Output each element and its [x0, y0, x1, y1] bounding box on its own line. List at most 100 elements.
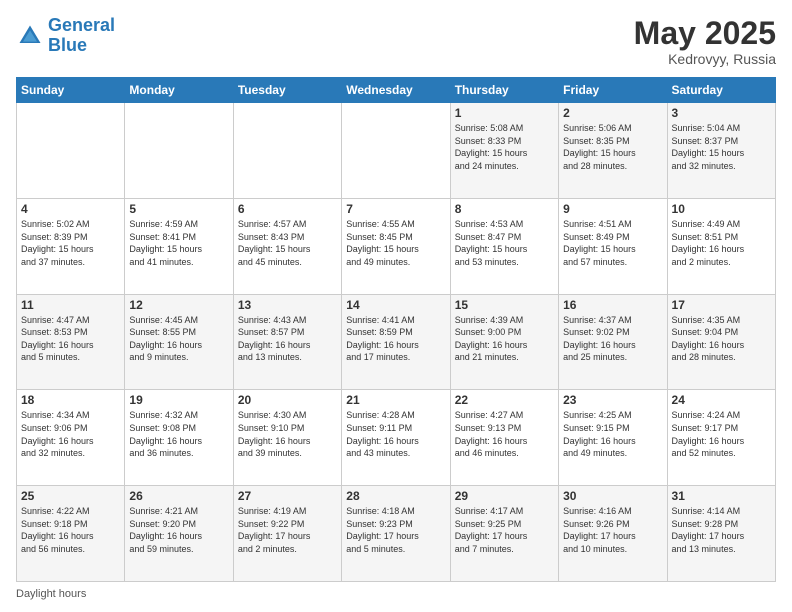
calendar-cell: 17 Sunrise: 4:35 AM Sunset: 9:04 PM Dayli…: [667, 294, 775, 390]
calendar-cell: [342, 103, 450, 199]
calendar-cell: 27 Sunrise: 4:19 AM Sunset: 9:22 PM Dayli…: [233, 486, 341, 582]
day-number: 22: [455, 393, 554, 407]
calendar-table: SundayMondayTuesdayWednesdayThursdayFrid…: [16, 77, 776, 582]
calendar-week-row: 18 Sunrise: 4:34 AM Sunset: 9:06 PM Dayli…: [17, 390, 776, 486]
logo-icon: [16, 22, 44, 50]
day-number: 18: [21, 393, 120, 407]
logo-line1: General: [48, 15, 115, 35]
calendar-week-row: 4 Sunrise: 5:02 AM Sunset: 8:39 PM Daylig…: [17, 198, 776, 294]
calendar-cell: 24Sunrise: 4:24 AM Sunset: 9:17 PM Dayli…: [667, 390, 775, 486]
calendar-day-header: Monday: [125, 78, 233, 103]
calendar-day-header: Tuesday: [233, 78, 341, 103]
day-number: 3: [672, 106, 771, 120]
day-info: Sunrise: 4:30 AM Sunset: 9:10 PM Dayligh…: [238, 409, 337, 459]
calendar-day-header: Saturday: [667, 78, 775, 103]
day-info: Sunrise: 4:16 AM Sunset: 9:26 PM Dayligh…: [563, 505, 662, 555]
day-info: Sunrise: 4:47 AM Sunset: 8:53 PM Dayligh…: [21, 314, 120, 364]
day-info: Sunrise: 4:32 AM Sunset: 9:08 PM Dayligh…: [129, 409, 228, 459]
calendar-cell: 4 Sunrise: 5:02 AM Sunset: 8:39 PM Daylig…: [17, 198, 125, 294]
calendar-cell: 16Sunrise: 4:37 AM Sunset: 9:02 PM Dayli…: [559, 294, 667, 390]
calendar-cell: 20 Sunrise: 4:30 AM Sunset: 9:10 PM Dayli…: [233, 390, 341, 486]
day-number: 17: [672, 298, 771, 312]
day-number: 14: [346, 298, 445, 312]
logo-line2: Blue: [48, 35, 87, 55]
header: General Blue May 2025 Kedrovyy, Russia: [16, 16, 776, 67]
page: General Blue May 2025 Kedrovyy, Russia S…: [0, 0, 792, 612]
day-info: Sunrise: 4:35 AM Sunset: 9:04 PM Dayligh…: [672, 314, 771, 364]
calendar-day-header: Sunday: [17, 78, 125, 103]
calendar-cell: 9 Sunrise: 4:51 AM Sunset: 8:49 PM Daylig…: [559, 198, 667, 294]
calendar-cell: 11Sunrise: 4:47 AM Sunset: 8:53 PM Dayli…: [17, 294, 125, 390]
day-info: Sunrise: 4:51 AM Sunset: 8:49 PM Dayligh…: [563, 218, 662, 268]
day-info: Sunrise: 4:17 AM Sunset: 9:25 PM Dayligh…: [455, 505, 554, 555]
day-number: 7: [346, 202, 445, 216]
main-title: May 2025: [634, 16, 776, 51]
calendar-cell: 12Sunrise: 4:45 AM Sunset: 8:55 PM Dayli…: [125, 294, 233, 390]
calendar-cell: [233, 103, 341, 199]
day-info: Sunrise: 4:53 AM Sunset: 8:47 PM Dayligh…: [455, 218, 554, 268]
day-number: 1: [455, 106, 554, 120]
calendar-cell: 19 Sunrise: 4:32 AM Sunset: 9:08 PM Dayli…: [125, 390, 233, 486]
day-info: Sunrise: 4:14 AM Sunset: 9:28 PM Dayligh…: [672, 505, 771, 555]
calendar-cell: 3Sunrise: 5:04 AM Sunset: 8:37 PM Daylig…: [667, 103, 775, 199]
calendar-week-row: 11Sunrise: 4:47 AM Sunset: 8:53 PM Dayli…: [17, 294, 776, 390]
calendar-cell: [125, 103, 233, 199]
day-info: Sunrise: 5:08 AM Sunset: 8:33 PM Dayligh…: [455, 122, 554, 172]
day-number: 23: [563, 393, 662, 407]
calendar-cell: 8 Sunrise: 4:53 AM Sunset: 8:47 PM Daylig…: [450, 198, 558, 294]
day-info: Sunrise: 4:34 AM Sunset: 9:06 PM Dayligh…: [21, 409, 120, 459]
day-info: Sunrise: 4:49 AM Sunset: 8:51 PM Dayligh…: [672, 218, 771, 268]
calendar-cell: 14 Sunrise: 4:41 AM Sunset: 8:59 PM Dayli…: [342, 294, 450, 390]
calendar-cell: 29 Sunrise: 4:17 AM Sunset: 9:25 PM Dayli…: [450, 486, 558, 582]
day-info: Sunrise: 4:19 AM Sunset: 9:22 PM Dayligh…: [238, 505, 337, 555]
calendar-cell: 22Sunrise: 4:27 AM Sunset: 9:13 PM Dayli…: [450, 390, 558, 486]
calendar-day-header: Thursday: [450, 78, 558, 103]
day-info: Sunrise: 5:02 AM Sunset: 8:39 PM Dayligh…: [21, 218, 120, 268]
day-info: Sunrise: 4:41 AM Sunset: 8:59 PM Dayligh…: [346, 314, 445, 364]
day-number: 30: [563, 489, 662, 503]
day-info: Sunrise: 4:45 AM Sunset: 8:55 PM Dayligh…: [129, 314, 228, 364]
calendar-week-row: 25 Sunrise: 4:22 AM Sunset: 9:18 PM Dayli…: [17, 486, 776, 582]
day-number: 9: [563, 202, 662, 216]
logo: General Blue: [16, 16, 115, 56]
day-info: Sunrise: 4:28 AM Sunset: 9:11 PM Dayligh…: [346, 409, 445, 459]
day-number: 21: [346, 393, 445, 407]
day-number: 4: [21, 202, 120, 216]
day-number: 16: [563, 298, 662, 312]
calendar-cell: 5 Sunrise: 4:59 AM Sunset: 8:41 PM Daylig…: [125, 198, 233, 294]
calendar-cell: 23 Sunrise: 4:25 AM Sunset: 9:15 PM Dayli…: [559, 390, 667, 486]
day-info: Sunrise: 4:22 AM Sunset: 9:18 PM Dayligh…: [21, 505, 120, 555]
day-number: 10: [672, 202, 771, 216]
day-number: 8: [455, 202, 554, 216]
calendar-cell: 26Sunrise: 4:21 AM Sunset: 9:20 PM Dayli…: [125, 486, 233, 582]
day-info: Sunrise: 4:18 AM Sunset: 9:23 PM Dayligh…: [346, 505, 445, 555]
calendar-cell: 25 Sunrise: 4:22 AM Sunset: 9:18 PM Dayli…: [17, 486, 125, 582]
calendar-day-header: Friday: [559, 78, 667, 103]
day-number: 19: [129, 393, 228, 407]
calendar-cell: 31 Sunrise: 4:14 AM Sunset: 9:28 PM Dayli…: [667, 486, 775, 582]
day-info: Sunrise: 4:43 AM Sunset: 8:57 PM Dayligh…: [238, 314, 337, 364]
day-number: 27: [238, 489, 337, 503]
day-number: 24: [672, 393, 771, 407]
day-number: 29: [455, 489, 554, 503]
day-info: Sunrise: 4:59 AM Sunset: 8:41 PM Dayligh…: [129, 218, 228, 268]
day-number: 20: [238, 393, 337, 407]
calendar-header-row: SundayMondayTuesdayWednesdayThursdayFrid…: [17, 78, 776, 103]
logo-text: General Blue: [48, 16, 115, 56]
day-info: Sunrise: 5:06 AM Sunset: 8:35 PM Dayligh…: [563, 122, 662, 172]
day-info: Sunrise: 4:21 AM Sunset: 9:20 PM Dayligh…: [129, 505, 228, 555]
day-number: 13: [238, 298, 337, 312]
day-number: 2: [563, 106, 662, 120]
calendar-cell: 21 Sunrise: 4:28 AM Sunset: 9:11 PM Dayli…: [342, 390, 450, 486]
footer-text: Daylight hours: [16, 588, 86, 600]
day-number: 5: [129, 202, 228, 216]
day-info: Sunrise: 4:25 AM Sunset: 9:15 PM Dayligh…: [563, 409, 662, 459]
calendar-day-header: Wednesday: [342, 78, 450, 103]
calendar-cell: [17, 103, 125, 199]
day-number: 25: [21, 489, 120, 503]
day-number: 31: [672, 489, 771, 503]
day-number: 6: [238, 202, 337, 216]
day-number: 28: [346, 489, 445, 503]
calendar-week-row: 1 Sunrise: 5:08 AM Sunset: 8:33 PM Daylig…: [17, 103, 776, 199]
day-info: Sunrise: 4:39 AM Sunset: 9:00 PM Dayligh…: [455, 314, 554, 364]
